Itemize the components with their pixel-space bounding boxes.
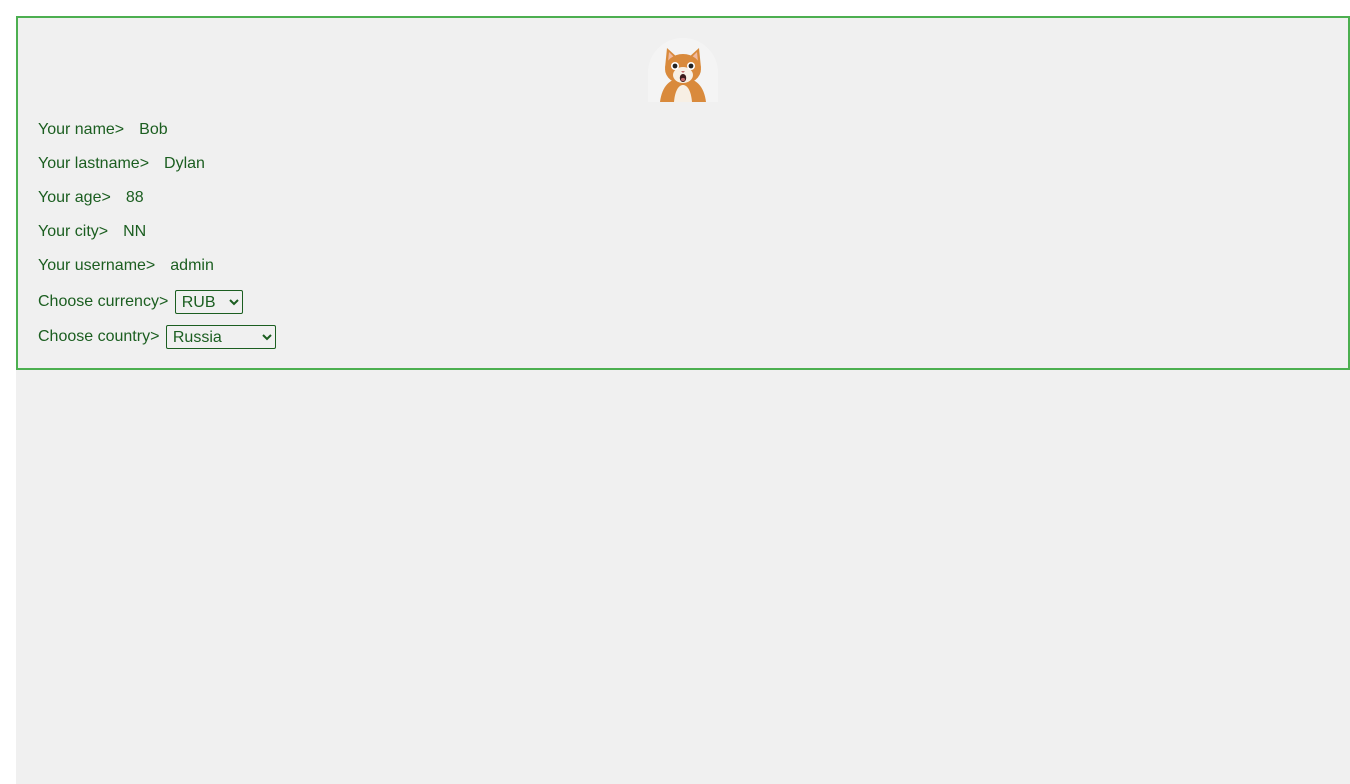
name-value: Bob <box>139 121 168 138</box>
age-label: Your age> <box>38 189 111 206</box>
lastname-value: Dylan <box>164 155 205 172</box>
username-label: Your username> <box>38 257 156 274</box>
currency-label: Choose currency> <box>38 293 169 311</box>
country-select[interactable]: Russia <box>165 325 276 349</box>
lastname-label: Your lastname> <box>38 155 150 172</box>
age-value: 88 <box>125 189 144 206</box>
country-label: Choose country> <box>38 328 160 346</box>
currency-select[interactable]: RUB <box>174 290 243 314</box>
name-label: Your name> <box>38 121 125 138</box>
country-row: Choose country> Russia <box>38 325 276 349</box>
profile-card: Your name> Bob Your lastname> Dylan Your a… <box>16 16 1350 370</box>
city-row: Your city> NN <box>38 222 146 242</box>
cat-avatar-icon <box>648 38 718 102</box>
city-value: NN <box>123 223 147 240</box>
currency-row: Choose currency> RUB <box>38 290 243 314</box>
age-row: Your age> 88 <box>38 188 144 208</box>
lastname-row: Your lastname> Dylan <box>38 154 205 174</box>
page-background: Your name> Bob Your lastname> Dylan Your a… <box>16 16 1350 784</box>
city-label: Your city> <box>38 223 109 240</box>
name-row: Your name> Bob <box>38 120 168 140</box>
username-value: admin <box>170 257 214 274</box>
username-row: Your username> admin <box>38 256 214 276</box>
